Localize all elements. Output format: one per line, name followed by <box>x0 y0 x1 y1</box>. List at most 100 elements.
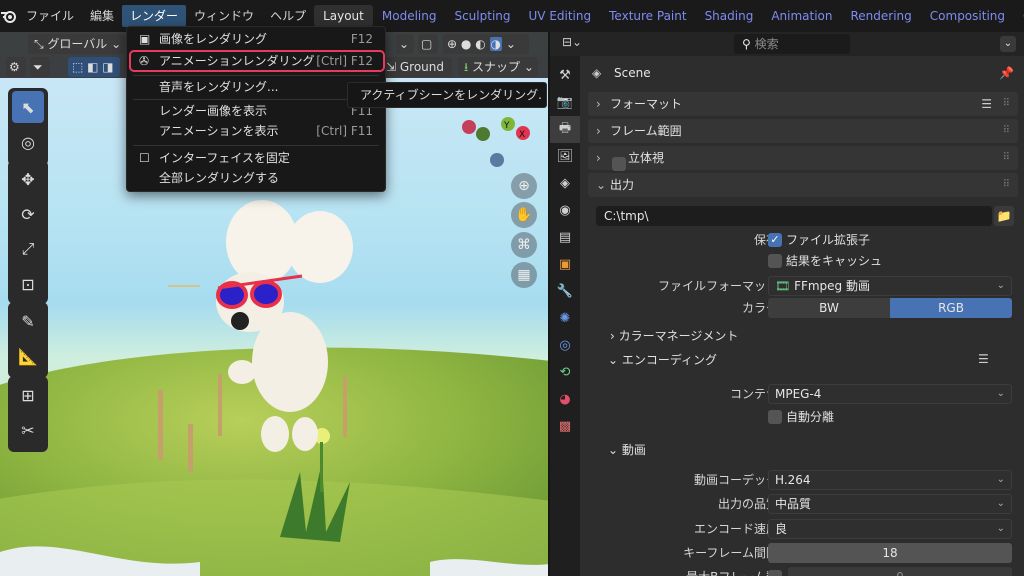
tab-rendering[interactable]: Rendering <box>842 5 921 27</box>
file-extension-checkbox[interactable]: ✓ <box>768 233 782 247</box>
wireframe-shading-icon[interactable]: ⊕ <box>447 37 457 51</box>
editor-type-icon[interactable]: ⊟⌄ <box>562 35 582 49</box>
rotate-tool-icon[interactable]: ⟳ <box>12 198 44 230</box>
solid-shading-icon[interactable]: ● <box>461 37 471 51</box>
render-tab-icon[interactable]: 📷 <box>550 89 580 116</box>
options-gear-icon[interactable]: ⚙ <box>6 57 26 77</box>
color-management-header[interactable]: › カラーマネージメント <box>610 326 738 346</box>
move-tool-icon[interactable]: ✥ <box>12 163 44 195</box>
cursor-tool-icon[interactable]: ◎ <box>12 126 44 158</box>
color-rgb-button[interactable]: RGB <box>890 298 1012 318</box>
annotate-tool-icon[interactable]: ✎ <box>12 305 44 337</box>
physics-tab-icon[interactable]: ◎ <box>550 332 580 359</box>
menu-window[interactable]: ウィンドウ <box>186 5 262 27</box>
snap-target-dropdown[interactable]: ⇲ Ground <box>380 57 452 77</box>
zoom-icon[interactable]: ⊕ <box>511 173 537 199</box>
menu-help[interactable]: ヘルプ <box>262 5 314 27</box>
cache-result-checkbox[interactable] <box>768 254 782 268</box>
shading-mode-group[interactable]: ⊕ ● ◐ ◑ ⌄ <box>443 34 529 54</box>
menu-edit[interactable]: 編集 <box>82 5 122 27</box>
blender-logo-icon[interactable] <box>0 8 18 24</box>
add-object-tool-icon[interactable]: ✂ <box>12 414 44 446</box>
tab-texture-paint[interactable]: Texture Paint <box>600 5 695 27</box>
tool-tab-icon[interactable]: ⚒ <box>550 62 580 89</box>
menu-lock-interface[interactable]: ☐ インターフェイスを固定 <box>131 148 381 168</box>
panel-frame-range[interactable]: › フレーム範囲 ⠿ <box>588 119 1018 143</box>
transform-tool-icon[interactable]: ⊡ <box>12 268 44 300</box>
max-b-frames-checkbox[interactable] <box>768 570 782 576</box>
measure-tool-icon[interactable]: 📐 <box>12 340 44 372</box>
tab-shading[interactable]: Shading <box>696 5 763 27</box>
world-tab-icon[interactable]: ◉ <box>550 197 580 224</box>
container-dropdown[interactable]: MPEG-4 ⌄ <box>768 384 1012 404</box>
drag-grip-icon[interactable]: ⠿ <box>1003 119 1010 143</box>
rendered-shading-icon[interactable]: ◑ <box>489 37 502 51</box>
menu-render-audio[interactable]: 音声をレンダリング... <box>131 77 381 97</box>
output-path-input[interactable]: C:\tmp\ <box>596 206 992 226</box>
output-tab-icon[interactable]: 🖶 <box>550 116 580 143</box>
scene-tab-icon[interactable]: ◈ <box>550 170 580 197</box>
video-header[interactable]: ⌄ 動画 <box>608 440 646 460</box>
material-shading-icon[interactable]: ◐ <box>475 37 485 51</box>
pan-hand-icon[interactable]: ✋ <box>511 202 537 228</box>
scale-tool-icon[interactable]: ⤢ <box>12 233 44 265</box>
quality-dropdown[interactable]: 中品質 ⌄ <box>768 494 1012 514</box>
keyframe-interval-input[interactable]: 18 <box>768 543 1012 563</box>
encode-speed-dropdown[interactable]: 良 ⌄ <box>768 519 1012 539</box>
navigation-gizmo[interactable]: Y X <box>455 112 540 172</box>
collection-tab-icon[interactable]: ▤ <box>550 224 580 251</box>
menu-render-image[interactable]: ▣ 画像をレンダリング F12 <box>131 29 381 49</box>
snap-toggle[interactable]: ⭳ スナップ ⌄ <box>458 57 538 77</box>
texture-tab-icon[interactable]: ▩ <box>550 413 580 440</box>
material-tab-icon[interactable]: ◕ <box>550 386 580 413</box>
menu-file[interactable]: ファイル <box>18 5 82 27</box>
max-b-frames-input[interactable]: 0 <box>788 567 1012 576</box>
color-bw-button[interactable]: BW <box>768 298 890 318</box>
drag-grip-icon[interactable]: ⠿ <box>1003 173 1010 197</box>
folder-icon[interactable]: 📁 <box>994 206 1014 226</box>
perspective-toggle-icon[interactable]: ▦ <box>511 262 537 288</box>
menu-view-render[interactable]: レンダー画像を表示 F11 <box>131 101 381 121</box>
constraints-tab-icon[interactable]: ⟲ <box>550 359 580 386</box>
modifier-tab-icon[interactable]: 🔧 <box>550 278 580 305</box>
tab-geometry-nodes[interactable]: Geomet <box>1014 5 1024 27</box>
select-box-tool-icon[interactable]: ⬉ <box>12 91 44 123</box>
particles-tab-icon[interactable]: ✺ <box>550 305 580 332</box>
tab-animation[interactable]: Animation <box>762 5 841 27</box>
file-format-dropdown[interactable]: 🎞 FFmpeg 動画 ⌄ <box>768 276 1012 296</box>
encode-speed-label: エンコード速度 <box>693 522 778 536</box>
codec-dropdown[interactable]: H.264 ⌄ <box>768 470 1012 490</box>
filter-icon[interactable]: ⏷ <box>30 57 50 77</box>
xray-toggle-icon[interactable]: ▢ <box>418 34 438 54</box>
transform-orientation-dropdown[interactable]: ⤡ グローバル ⌄ <box>28 34 124 54</box>
tab-uv-editing[interactable]: UV Editing <box>520 5 601 27</box>
panel-format[interactable]: › フォーマット ☰ ⠿ <box>588 92 1018 116</box>
shading-options-dropdown[interactable]: ⌄ <box>506 37 516 51</box>
select-mode-icons[interactable]: ⬚ ◧ ◨ <box>68 57 120 77</box>
panel-stereoscopy[interactable]: › 立体視 ⠿ <box>588 146 1018 171</box>
panel-output[interactable]: ⌄ 出力 ⠿ <box>588 173 1018 197</box>
encoding-presets-icon[interactable]: ☰ <box>978 352 989 366</box>
tab-compositing[interactable]: Compositing <box>921 5 1014 27</box>
menu-view-animation[interactable]: アニメーションを表示 [Ctrl] F11 <box>131 121 381 141</box>
pivot-dropdown[interactable]: ⌄ <box>396 34 414 54</box>
object-tab-icon[interactable]: ▣ <box>550 251 580 278</box>
menu-render-all[interactable]: 全部レンダリングする <box>131 168 381 188</box>
tab-sculpting[interactable]: Sculpting <box>445 5 519 27</box>
tab-layout[interactable]: Layout <box>314 5 373 27</box>
add-cube-tool-icon[interactable]: ⊞ <box>12 379 44 411</box>
presets-list-icon[interactable]: ☰ <box>981 92 992 116</box>
encoding-header[interactable]: ⌄ エンコーディング <box>608 350 717 370</box>
camera-view-icon[interactable]: ⌘ <box>511 232 537 258</box>
drag-grip-icon[interactable]: ⠿ <box>1003 146 1010 170</box>
options-dropdown-icon[interactable]: ⌄ <box>1000 36 1016 52</box>
view-layer-tab-icon[interactable]: 🖼 <box>550 143 580 170</box>
stereoscopy-checkbox[interactable] <box>612 156 626 171</box>
tab-modeling[interactable]: Modeling <box>373 5 446 27</box>
drag-grip-icon[interactable]: ⠿ <box>1003 92 1010 116</box>
autosplit-checkbox[interactable] <box>768 410 782 424</box>
properties-search-input[interactable]: ⚲ 検索 <box>734 34 850 54</box>
menu-render-animation[interactable]: ✇ アニメーションレンダリング [Ctrl] F12 <box>131 51 381 71</box>
menu-render[interactable]: レンダー <box>122 5 187 27</box>
pin-icon[interactable]: 📌 <box>999 66 1014 80</box>
